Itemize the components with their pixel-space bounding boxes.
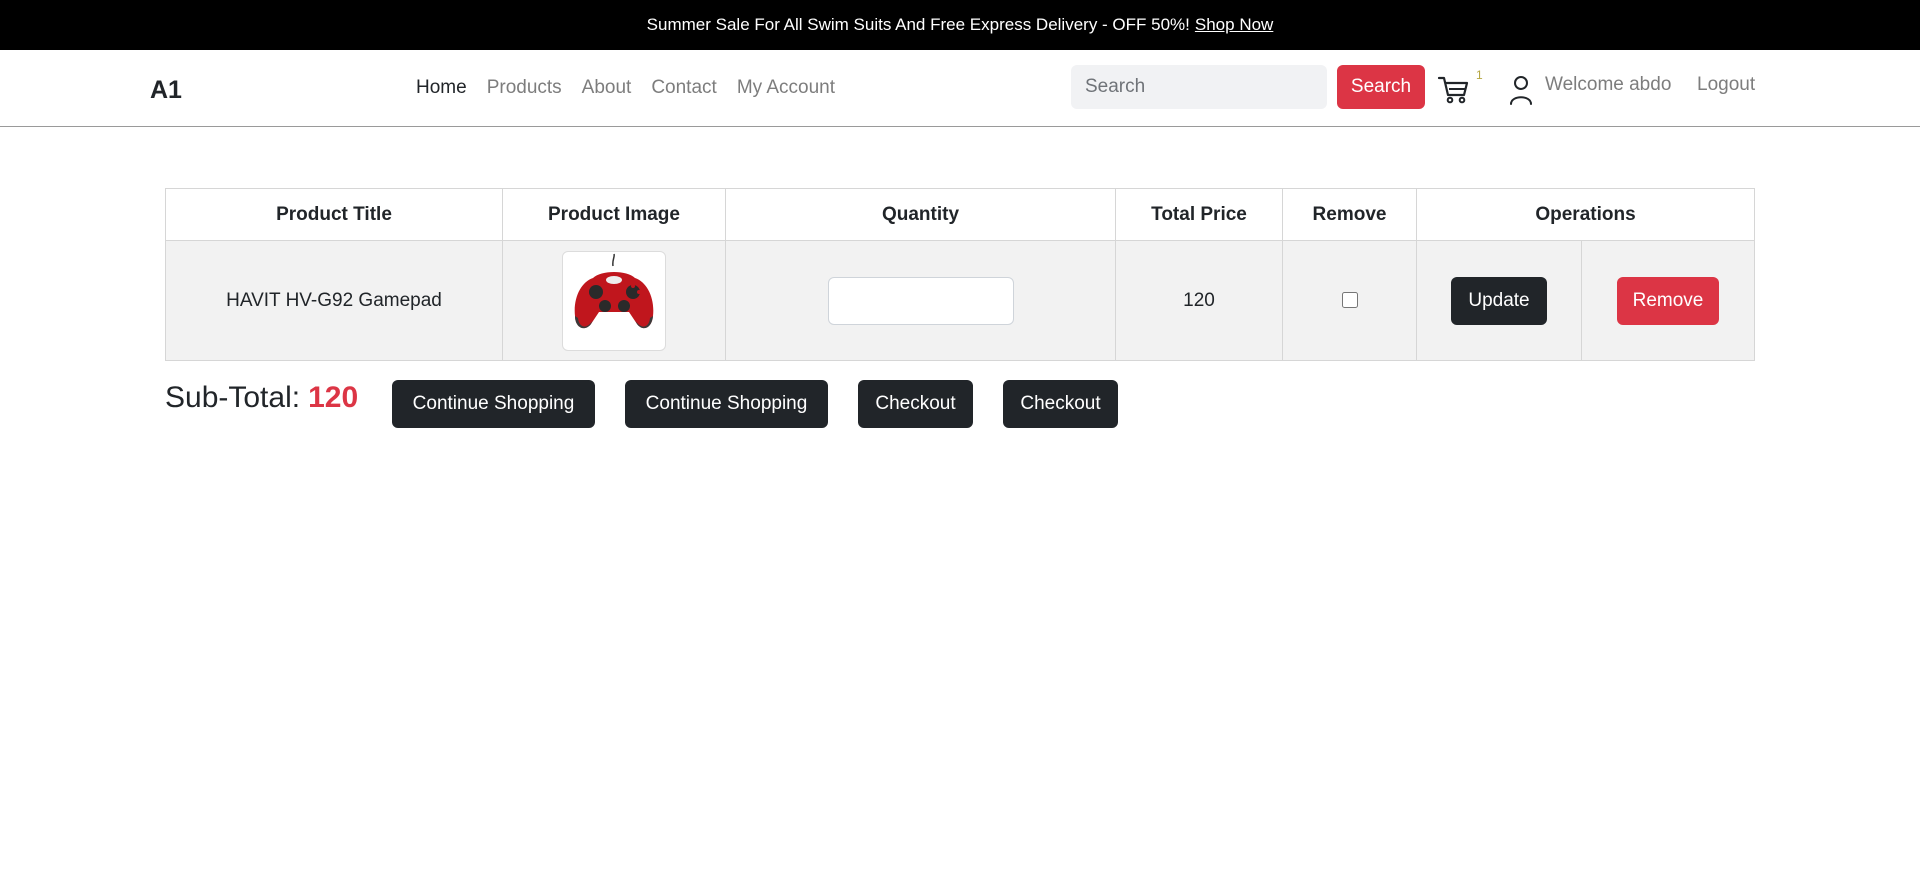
quantity-input[interactable] — [827, 276, 1014, 325]
nav-item-home[interactable]: Home — [416, 77, 467, 99]
header-product-title: Product Title — [165, 188, 503, 241]
nav-item-products[interactable]: Products — [487, 77, 562, 99]
nav-item-my-account[interactable]: My Account — [737, 77, 835, 99]
cart-icon[interactable] — [1436, 72, 1470, 106]
cart-count-badge: 1 — [1476, 68, 1483, 82]
search-button[interactable]: Search — [1337, 65, 1425, 109]
main-menu: Home Products About Contact My Account — [416, 77, 835, 99]
brand-logo[interactable]: A1 — [150, 76, 182, 105]
quantity-cell — [725, 240, 1116, 361]
subtotal-amount: 120 — [308, 381, 359, 414]
welcome-text: Welcome abdo — [1545, 74, 1672, 95]
checkout-button-2[interactable]: Checkout — [1003, 380, 1118, 428]
header-total-price: Total Price — [1115, 188, 1283, 241]
nav-item-about[interactable]: About — [582, 77, 632, 99]
navbar: A1 Home Products About Contact My Accoun… — [0, 50, 1920, 127]
search-input[interactable] — [1071, 65, 1327, 109]
promo-bar: Summer Sale For All Swim Suits And Free … — [0, 0, 1920, 50]
shop-now-link[interactable]: Shop Now — [1195, 15, 1273, 35]
continue-shopping-button-2[interactable]: Continue Shopping — [625, 380, 828, 428]
product-title-cell: HAVIT HV-G92 Gamepad — [165, 240, 503, 361]
remove-cell — [1282, 240, 1417, 361]
remove-button[interactable]: Remove — [1617, 276, 1719, 325]
header-operations: Operations — [1416, 188, 1755, 241]
cart-table: Product Title Product Image Quantity Tot… — [165, 188, 1755, 361]
checkout-button-1[interactable]: Checkout — [858, 380, 973, 428]
header-product-image: Product Image — [502, 188, 726, 241]
nav-item-contact[interactable]: Contact — [651, 77, 716, 99]
promo-text: Summer Sale For All Swim Suits And Free … — [646, 15, 1190, 34]
remove-button-cell: Remove — [1581, 240, 1755, 361]
table-header-row: Product Title Product Image Quantity Tot… — [165, 188, 1755, 241]
update-button[interactable]: Update — [1451, 276, 1547, 325]
total-price-cell: 120 — [1115, 240, 1283, 361]
user-icon — [1510, 76, 1532, 105]
table-row: HAVIT HV-G92 Gamepad 120 Update Remove — [165, 240, 1755, 361]
product-image-cell — [502, 240, 726, 361]
logout-link[interactable]: Logout — [1697, 74, 1755, 96]
header-remove: Remove — [1282, 188, 1417, 241]
remove-checkbox[interactable] — [1341, 292, 1358, 309]
header-quantity: Quantity — [725, 188, 1116, 241]
subtotal: Sub-Total: 120 — [165, 381, 358, 415]
subtotal-label: Sub-Total: — [165, 381, 301, 414]
update-cell: Update — [1416, 240, 1582, 361]
continue-shopping-button-1[interactable]: Continue Shopping — [392, 380, 595, 428]
gamepad-image — [562, 250, 666, 351]
